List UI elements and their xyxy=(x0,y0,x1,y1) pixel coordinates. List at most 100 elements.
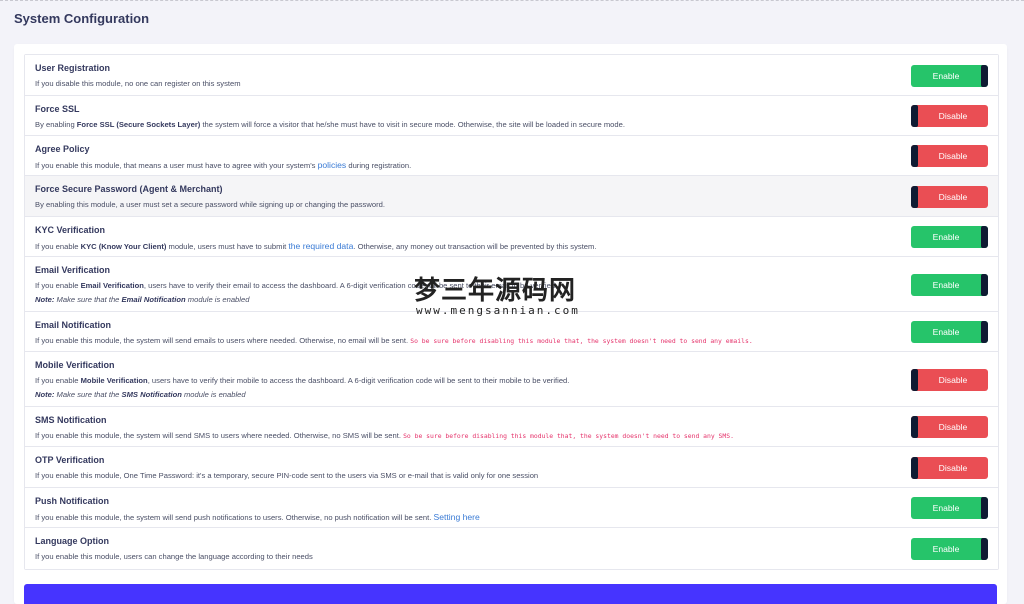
toggle-knob xyxy=(911,105,918,127)
toggle-label: Enable xyxy=(932,71,960,81)
module-toggle[interactable]: Disable xyxy=(911,105,988,127)
toggle-label: Enable xyxy=(932,544,960,554)
module-title: Mobile Verification xyxy=(35,360,115,370)
toggle-label: Enable xyxy=(932,280,960,290)
module-title: Force Secure Password (Agent & Merchant) xyxy=(35,184,223,194)
module-note: Note: Make sure that the SMS Notificatio… xyxy=(35,390,988,400)
module-description: If you enable Mobile Verification, users… xyxy=(35,376,895,386)
text-segment: Make sure that the xyxy=(54,295,122,304)
toggle-label: Disable xyxy=(938,151,968,161)
module-row: KYC Verification If you enable KYC (Know … xyxy=(25,217,998,257)
text-segment: the system will force a visitor that he/… xyxy=(200,120,625,129)
toggle-knob xyxy=(911,416,918,438)
module-title: Push Notification xyxy=(35,496,109,506)
text-segment: If you enable xyxy=(35,242,81,251)
text-segment: . Otherwise, any money out transaction w… xyxy=(353,242,597,251)
module-row: Email Verification If you enable Email Ve… xyxy=(25,257,998,312)
module-row: User Registration If you disable this mod… xyxy=(25,55,998,96)
toggle-knob xyxy=(911,145,918,167)
module-row: Mobile Verification If you enable Mobile … xyxy=(25,352,998,407)
module-row: Language Option If you enable this module… xyxy=(25,528,998,569)
text-segment: If you enable this module, One Time Pass… xyxy=(35,471,539,480)
module-toggle[interactable]: Disable xyxy=(911,416,988,438)
text-segment: If you enable this module, that means a … xyxy=(35,161,318,170)
toggle-knob xyxy=(981,226,988,248)
text-segment: If you disable this module, no one can r… xyxy=(35,79,241,88)
module-toggle[interactable]: Enable xyxy=(911,226,988,248)
module-row: SMS Notification If you enable this modul… xyxy=(25,407,998,447)
text-segment: If you enable this module, the system wi… xyxy=(35,336,411,345)
toggle-label: Enable xyxy=(932,327,960,337)
text-segment: during registration. xyxy=(346,161,412,170)
text-segment: If you enable this module, the system wi… xyxy=(35,431,404,440)
module-description: If you enable Email Verification, users … xyxy=(35,281,895,291)
text-segment: If you enable xyxy=(35,281,81,290)
module-toggle[interactable]: Disable xyxy=(911,369,988,391)
module-title: KYC Verification xyxy=(35,225,106,235)
toggle-label: Enable xyxy=(932,232,960,242)
warning-text: So be sure before disabling this module … xyxy=(403,432,734,440)
module-title: Force SSL xyxy=(35,104,80,114)
module-toggle[interactable]: Disable xyxy=(911,145,988,167)
module-description: If you enable this module, that means a … xyxy=(35,160,895,171)
module-toggle[interactable]: Disable xyxy=(911,457,988,479)
module-description: If you enable this module, users can cha… xyxy=(35,552,895,562)
toggle-label: Enable xyxy=(932,503,960,513)
bold-text: SMS Notification xyxy=(121,390,182,399)
top-divider xyxy=(0,0,1024,2)
module-title: User Registration xyxy=(35,63,111,73)
module-description: By enabling this module, a user must set… xyxy=(35,200,895,210)
text-segment: module is enabled xyxy=(181,390,246,399)
module-title: Agree Policy xyxy=(35,144,90,154)
inline-link[interactable]: policies xyxy=(318,160,347,170)
inline-link[interactable]: the required data xyxy=(288,241,353,251)
bold-text: Mobile Verification xyxy=(80,376,148,385)
toggle-label: Disable xyxy=(938,375,968,385)
toggle-knob xyxy=(981,497,988,519)
toggle-knob xyxy=(981,321,988,343)
module-note: Note: Make sure that the Email Notificat… xyxy=(35,295,988,305)
text-segment: module is enabled xyxy=(185,295,250,304)
module-toggle[interactable]: Enable xyxy=(911,321,988,343)
toggle-knob xyxy=(911,186,918,208)
text-segment: By enabling xyxy=(35,120,77,129)
module-toggle[interactable]: Enable xyxy=(911,274,988,296)
bold-text: Note: xyxy=(35,390,55,399)
module-title: SMS Notification xyxy=(35,415,107,425)
module-description: If you enable this module, the system wi… xyxy=(35,336,895,346)
toggle-label: Disable xyxy=(938,192,968,202)
toggle-knob xyxy=(911,457,918,479)
toggle-knob xyxy=(981,538,988,560)
text-segment: If you enable this module, the system wi… xyxy=(35,513,434,522)
text-segment: , users have to verify their mobile to a… xyxy=(147,376,570,385)
module-description: If you enable KYC (Know Your Client) mod… xyxy=(35,241,895,252)
bold-text: Email Notification xyxy=(121,295,186,304)
text-segment: module, users must have to submit xyxy=(166,242,289,251)
text-segment: Make sure that the xyxy=(54,390,122,399)
module-toggle[interactable]: Enable xyxy=(911,65,988,87)
module-toggle[interactable]: Disable xyxy=(911,186,988,208)
module-title: Language Option xyxy=(35,536,109,546)
module-row: Agree Policy If you enable this module, t… xyxy=(25,136,998,176)
module-title: OTP Verification xyxy=(35,455,105,465)
module-row: Force Secure Password (Agent & Merchant)… xyxy=(25,176,998,217)
toggle-knob xyxy=(981,274,988,296)
bold-text: Force SSL (Secure Sockets Layer) xyxy=(76,120,201,129)
toggle-knob xyxy=(911,369,918,391)
bold-text: Email Verification xyxy=(80,281,144,290)
inline-link[interactable]: Setting here xyxy=(433,512,479,522)
bold-text: Note: xyxy=(35,295,55,304)
toggle-label: Disable xyxy=(938,111,968,121)
module-toggle[interactable]: Enable xyxy=(911,538,988,560)
text-segment: If you enable this module, users can cha… xyxy=(35,552,313,561)
submit-button[interactable] xyxy=(24,584,997,604)
config-card: User Registration If you disable this mod… xyxy=(14,44,1007,604)
bold-text: KYC (Know Your Client) xyxy=(80,242,167,251)
module-toggle[interactable]: Enable xyxy=(911,497,988,519)
module-description: If you enable this module, the system wi… xyxy=(35,431,895,441)
text-segment: , users have to verify their email to ac… xyxy=(143,281,558,290)
module-title: Email Verification xyxy=(35,265,111,275)
module-list: User Registration If you disable this mod… xyxy=(24,54,999,570)
page-title: System Configuration xyxy=(14,11,150,26)
toggle-label: Disable xyxy=(938,422,968,432)
